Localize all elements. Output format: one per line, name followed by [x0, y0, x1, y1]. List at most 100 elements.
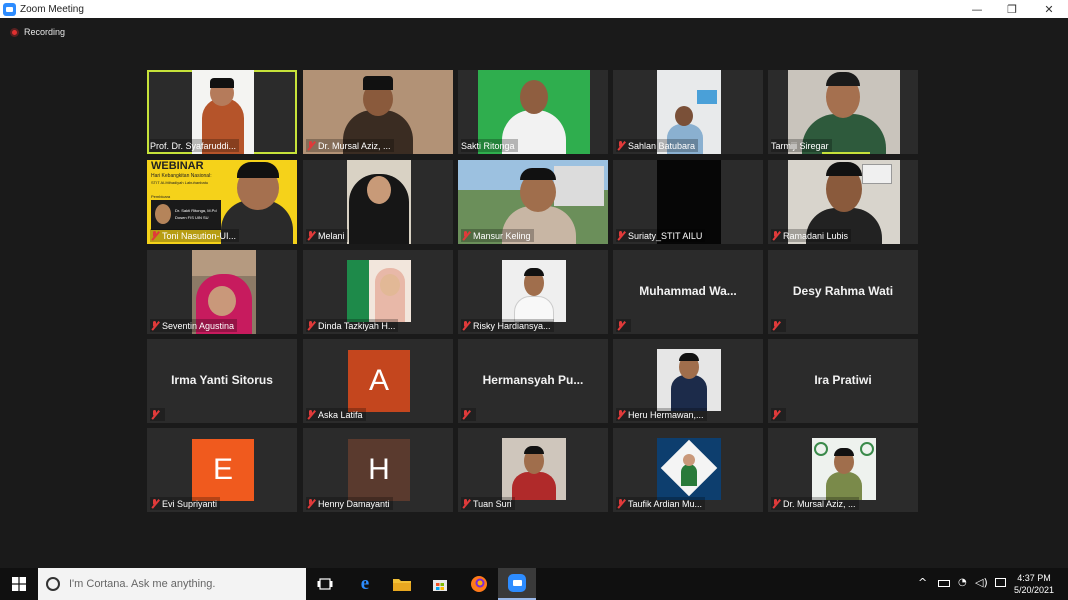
participant-tile[interactable]: Hermansyah Pu... [458, 339, 608, 423]
firefox-button[interactable] [460, 568, 498, 600]
video-feed [812, 438, 876, 500]
system-clock[interactable]: 4:37 PM 5/20/2021 [1014, 572, 1054, 596]
maximize-button[interactable]: ❐ [995, 0, 1029, 18]
mic-muted-icon [150, 320, 159, 331]
participant-tile[interactable]: Muhammad Wa... [613, 250, 763, 334]
participant-tile[interactable]: Dinda Tazkiyah H... [303, 250, 453, 334]
participant-tile[interactable]: Heru Hermawan,... [613, 339, 763, 423]
participant-name-label: Heru Hermawan,... [616, 408, 707, 421]
participant-tile[interactable]: Risky Hardiansya... [458, 250, 608, 334]
edge-taskbar-button[interactable]: e [346, 568, 384, 600]
meeting-stage: Recording Prof. Dr. Syafaruddi... Dr. Mu… [0, 18, 1068, 568]
store-button[interactable] [421, 568, 459, 600]
participant-name-label: Sahlan Batubara [616, 139, 699, 152]
participant-tile[interactable]: Prof. Dr. Syafaruddi... [147, 70, 297, 154]
participant-display-name: Desy Rahma Wati [792, 284, 894, 298]
mic-muted-icon [306, 230, 315, 241]
window-titlebar: Zoom Meeting — ❐ ✕ [0, 0, 1068, 18]
file-explorer-button[interactable] [383, 568, 421, 600]
participant-display-name: Irma Yanti Sitorus [171, 373, 273, 387]
participant-tile[interactable]: Ramadani Lubis [768, 160, 918, 244]
participant-tile[interactable]: Mansur Keling [458, 160, 608, 244]
participant-name-label: Suriaty_STIT AILU [616, 229, 706, 242]
zoom-taskbar-button[interactable] [498, 568, 536, 600]
volume-icon[interactable]: ◁) [975, 576, 988, 589]
windows-logo-icon [12, 577, 26, 591]
webinar-banner-subtitle: Hari Kebangkitan Nasional: [151, 173, 212, 179]
cortana-placeholder: I'm Cortana. Ask me anything. [69, 578, 216, 590]
recording-indicator[interactable]: Recording [10, 27, 65, 37]
participant-name-label [771, 408, 786, 421]
participant-name-label [616, 319, 631, 332]
webinar-banner-tag: Pembicara [151, 194, 171, 199]
mic-muted-icon [616, 140, 625, 151]
mic-muted-icon [306, 409, 315, 420]
window-title: Zoom Meeting [20, 3, 84, 15]
windows-taskbar: I'm Cortana. Ask me anything. e ^ ◔ ◁) 4… [0, 568, 1068, 600]
participant-tile[interactable]: Desy Rahma Wati [768, 250, 918, 334]
mic-muted-icon [616, 409, 625, 420]
task-view-button[interactable] [306, 568, 344, 600]
participant-tile[interactable]: Sahlan Batubara [613, 70, 763, 154]
mic-muted-icon [616, 230, 625, 241]
video-feed [502, 260, 566, 322]
chevron-up-icon[interactable]: ^ [918, 576, 927, 589]
participant-name-label [150, 408, 165, 421]
participant-tile[interactable]: Ira Pratiwi [768, 339, 918, 423]
participant-name-label: Ramadani Lubis [771, 229, 852, 242]
avatar: H [348, 439, 410, 501]
wifi-icon[interactable]: ◔ [958, 577, 967, 588]
mic-muted-icon [306, 498, 315, 509]
participant-tile[interactable]: Melani [303, 160, 453, 244]
participant-tile[interactable]: Seventin Agustina [147, 250, 297, 334]
mic-muted-icon [616, 498, 625, 509]
mic-muted-icon [461, 230, 470, 241]
mic-muted-icon [306, 320, 315, 331]
participant-name-label [461, 408, 476, 421]
participant-name-label: Dr. Mursal Aziz, ... [306, 139, 394, 152]
close-button[interactable]: ✕ [1032, 0, 1066, 18]
participant-name-label: Risky Hardiansya... [461, 319, 554, 332]
participant-tile[interactable]: Suriaty_STIT AILU [613, 160, 763, 244]
participant-tile[interactable]: Sakti Ritonga [458, 70, 608, 154]
firefox-icon [471, 576, 487, 592]
mic-muted-icon [461, 409, 470, 420]
mic-muted-icon [461, 498, 470, 509]
recording-label: Recording [24, 27, 66, 37]
participant-tile[interactable]: H Henny Damayanti [303, 428, 453, 512]
cortana-icon [46, 577, 60, 591]
video-feed [502, 438, 566, 500]
participant-name-label [771, 319, 786, 332]
mic-muted-icon [616, 320, 625, 331]
participant-tile[interactable]: Taufik Ardian Mu... [613, 428, 763, 512]
mic-muted-icon [771, 230, 780, 241]
participant-tile[interactable]: Dr. Mursal Aziz, ... [303, 70, 453, 154]
notification-icon[interactable] [995, 578, 1006, 587]
participant-tile[interactable]: Tarmiji Siregar [768, 70, 918, 154]
start-button[interactable] [0, 568, 38, 600]
participant-tile[interactable]: Tuan Suri [458, 428, 608, 512]
participant-name-label: Melani [306, 229, 348, 242]
participant-display-name: Hermansyah Pu... [482, 373, 584, 387]
participant-name-label: Seventin Agustina [150, 319, 238, 332]
webinar-banner-speaker: Dr. Sakti Ritonga, M.Pd [175, 208, 217, 213]
battery-icon[interactable] [938, 580, 950, 587]
participant-display-name: Ira Pratiwi [814, 373, 872, 387]
participant-tile[interactable]: E Evi Supriyanti [147, 428, 297, 512]
participant-tile[interactable]: Dr. Mursal Aziz, ... [768, 428, 918, 512]
webinar-banner-org: STIT Al-Ittihadiyah Labuhanbatu [151, 180, 209, 185]
participant-tile[interactable]: A Aska Latifa [303, 339, 453, 423]
webinar-banner-role: Dosen FIS UIN SU [175, 215, 209, 220]
cortana-search-box[interactable]: I'm Cortana. Ask me anything. [38, 568, 306, 600]
participant-name-label: Dr. Mursal Aziz, ... [771, 497, 859, 510]
participant-name-label: Tuan Suri [461, 497, 515, 510]
participant-name-label: Mansur Keling [461, 229, 534, 242]
mic-muted-icon [771, 498, 780, 509]
clock-date: 5/20/2021 [1013, 585, 1054, 595]
participant-tile[interactable]: Irma Yanti Sitorus [147, 339, 297, 423]
video-feed [347, 160, 411, 244]
participant-name-label: Prof. Dr. Syafaruddi... [150, 139, 240, 152]
participant-tile[interactable]: WEBINAR Hari Kebangkitan Nasional: STIT … [147, 160, 297, 244]
participant-display-name: Muhammad Wa... [639, 284, 737, 298]
minimize-button[interactable]: — [960, 0, 994, 18]
